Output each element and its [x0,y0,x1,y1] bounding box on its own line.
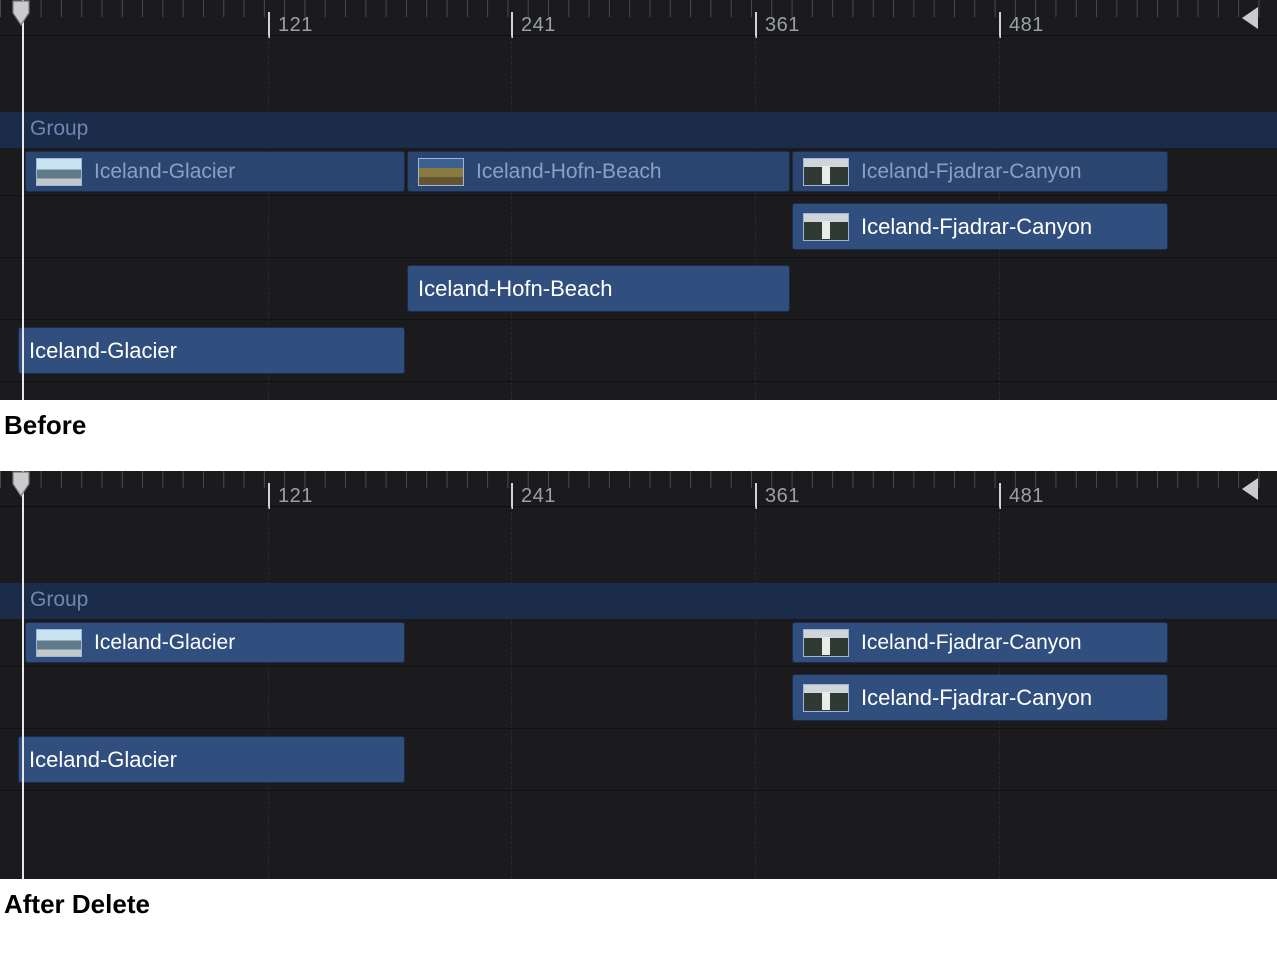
clip[interactable]: Iceland-Glacier [18,736,405,783]
clip[interactable]: Iceland-Glacier [25,622,405,663]
ruler-ticks [0,0,1277,35]
playhead-start-icon[interactable] [12,0,34,26]
time-ruler[interactable]: 121 241 361 481 [0,471,1277,507]
clip-thumbnail [803,158,849,186]
clip-thumbnail [418,158,464,186]
group-header-row[interactable]: Group [0,583,1277,619]
clip-thumbnail [36,629,82,657]
timeline-after: 121241361481 Group Iceland-GlacierIcelan… [0,471,1277,879]
group-label: Group [0,583,1277,612]
ruler-label: 361 [755,483,800,509]
clip-label: Iceland-Fjadrar-Canyon [861,631,1082,655]
group-header-row[interactable]: Group [0,112,1277,148]
ruler-ticks [0,471,1277,506]
caption-after: After Delete [0,879,1277,940]
playhead-line[interactable] [22,471,24,879]
clip-thumbnail [803,684,849,712]
clip[interactable]: Iceland-Fjadrar-Canyon [792,622,1168,663]
clip-label: Iceland-Hofn-Beach [418,276,612,302]
playhead-end-icon[interactable] [1239,477,1259,506]
ruler-label: 481 [999,12,1044,38]
ruler-label: 241 [511,483,556,509]
clip[interactable]: Iceland-Fjadrar-Canyon [792,151,1168,192]
clip-label: Iceland-Hofn-Beach [476,160,662,184]
group-track-row[interactable]: Iceland-Glacier Iceland-Fjadrar-Canyon [0,619,1277,667]
clip-label: Iceland-Glacier [94,631,235,655]
clip[interactable]: Iceland-Hofn-Beach [407,151,790,192]
clip[interactable]: Iceland-Glacier [25,151,405,192]
group-label: Group [0,112,1277,141]
caption-before: Before [0,400,1277,471]
clip-thumbnail [36,158,82,186]
clip-label: Iceland-Fjadrar-Canyon [861,160,1082,184]
clip-thumbnail [803,213,849,241]
clip[interactable]: Iceland-Glacier [18,327,405,374]
track-row-empty[interactable] [0,791,1277,879]
clip[interactable]: Iceland-Fjadrar-Canyon [792,674,1168,721]
clip-label: Iceland-Fjadrar-Canyon [861,214,1092,240]
ruler-label: 121 [268,483,313,509]
ruler-label: 241 [511,12,556,38]
clip-label: Iceland-Glacier [29,747,177,773]
track-row-3[interactable]: Iceland-Glacier [0,729,1277,791]
clip-label: Iceland-Glacier [94,160,235,184]
ruler-label: 121 [268,12,313,38]
ruler-label: 481 [999,483,1044,509]
ruler-label: 361 [755,12,800,38]
clip-thumbnail [803,629,849,657]
track-row-4[interactable]: Iceland-Glacier [0,320,1277,382]
track-row-2[interactable]: Iceland-Fjadrar-Canyon [0,667,1277,729]
group-track-row[interactable]: Iceland-Glacier Iceland-Hofn-Beach Iceland… [0,148,1277,196]
clip[interactable]: Iceland-Fjadrar-Canyon [792,203,1168,250]
playhead-start-icon[interactable] [12,471,34,497]
tracks-area: Group Iceland-Glacier Iceland-Fjadrar-Can… [0,507,1277,879]
clip-label: Iceland-Glacier [29,338,177,364]
tracks-area: Group Iceland-GlacierIceland-Hofn-BeachI… [0,36,1277,382]
track-row-3[interactable]: Iceland-Hofn-Beach [0,258,1277,320]
playhead-line[interactable] [22,0,24,400]
playhead-end-icon[interactable] [1239,6,1259,35]
timeline-before: 121241361481 Group Iceland-GlacierIcelan… [0,0,1277,400]
clip-label: Iceland-Fjadrar-Canyon [861,685,1092,711]
time-ruler[interactable]: 121 241 361 481 [0,0,1277,36]
clip[interactable]: Iceland-Hofn-Beach [407,265,790,312]
track-row-2[interactable]: Iceland-Fjadrar-Canyon [0,196,1277,258]
